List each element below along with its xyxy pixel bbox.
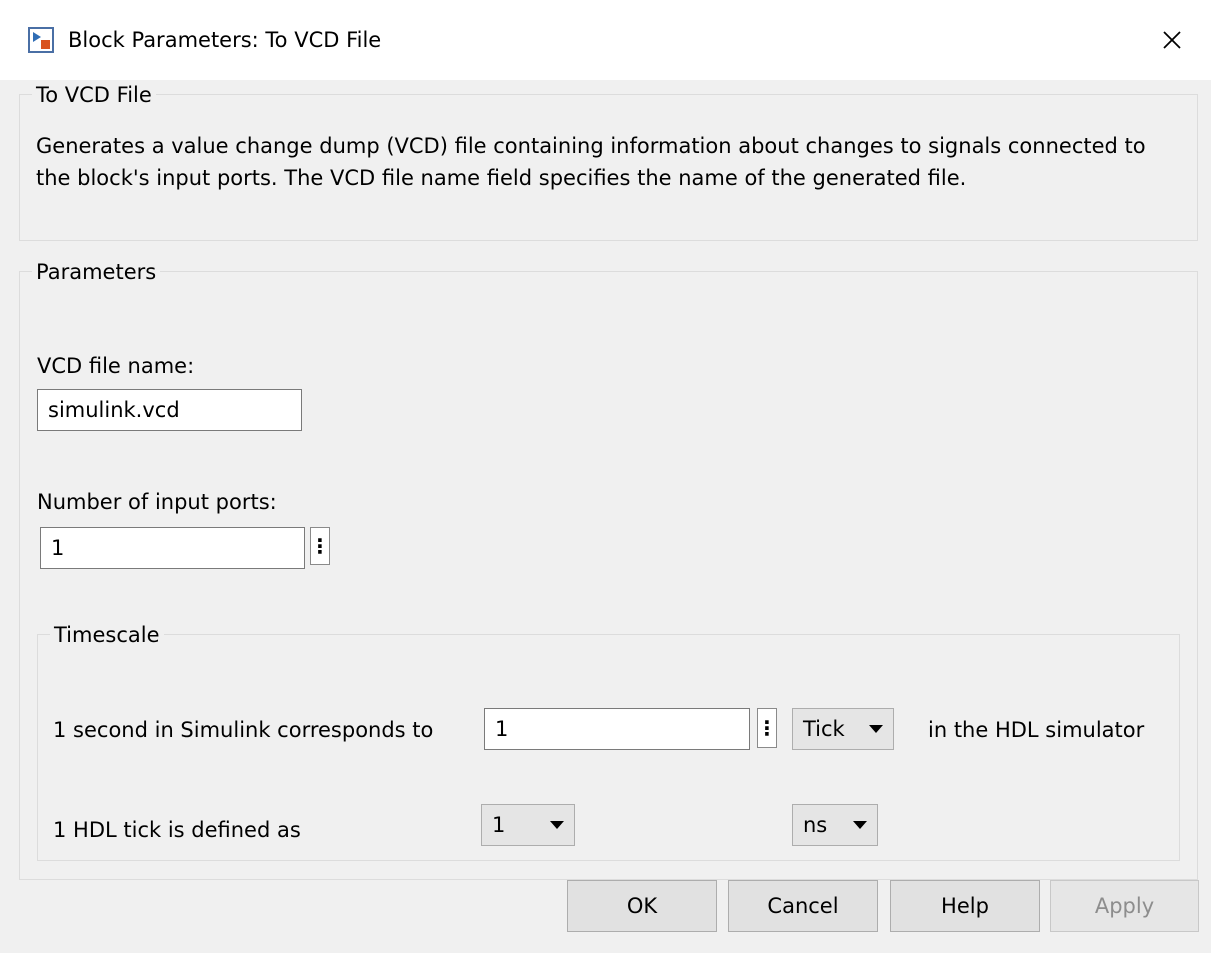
ok-button[interactable]: OK (567, 880, 717, 932)
hdl-tick-unit-value: ns (803, 813, 828, 837)
hdl-tick-multiplier-select[interactable]: 1 (481, 804, 575, 846)
apply-button[interactable]: Apply (1050, 880, 1199, 932)
vcd-file-name-label: VCD file name: (37, 354, 195, 378)
block-description: Generates a value change dump (VCD) file… (36, 134, 1146, 190)
timescale-unit-select[interactable]: Tick (792, 708, 894, 750)
input-ports-input[interactable]: 1 (40, 527, 305, 569)
close-icon[interactable] (1152, 20, 1192, 60)
hdl-tick-unit-select[interactable]: ns (792, 804, 878, 846)
vertical-ellipsis-icon: ⋮ (757, 716, 777, 740)
timescale-group-legend: Timescale (50, 622, 164, 648)
cancel-button[interactable]: Cancel (728, 880, 878, 932)
window-title: Block Parameters: To VCD File (68, 28, 382, 52)
chevron-down-icon (550, 821, 564, 829)
hdl-tick-multiplier-value: 1 (492, 813, 506, 837)
input-ports-more-button[interactable]: ⋮ (310, 527, 330, 565)
timescale-value-input[interactable]: 1 (484, 708, 750, 750)
input-ports-label: Number of input ports: (37, 490, 277, 514)
timescale-unit-value: Tick (803, 717, 845, 741)
title-bar: Block Parameters: To VCD File (0, 0, 1211, 80)
help-button[interactable]: Help (890, 880, 1040, 932)
parameters-group-legend: Parameters (32, 259, 161, 285)
simulink-block-icon (28, 27, 54, 53)
timescale-seconds-label: 1 second in Simulink corresponds to (53, 718, 434, 742)
vertical-ellipsis-icon: ⋮ (310, 534, 330, 558)
block-group-legend: To VCD File (32, 82, 156, 108)
timescale-suffix-label: in the HDL simulator (928, 718, 1145, 742)
chevron-down-icon (853, 821, 867, 829)
vcd-file-name-input[interactable]: simulink.vcd (37, 389, 302, 431)
hdl-tick-label: 1 HDL tick is defined as (53, 818, 301, 842)
timescale-more-button[interactable]: ⋮ (757, 708, 777, 748)
chevron-down-icon (869, 725, 883, 733)
